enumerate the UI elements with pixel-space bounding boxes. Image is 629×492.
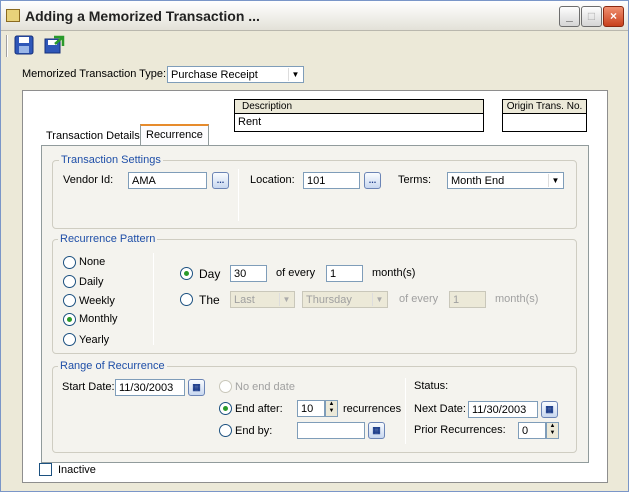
next-date-calendar-icon[interactable]: ▦ [541,401,558,418]
window: Adding a Memorized Transaction ... _ □ ×… [0,0,629,492]
dropdown-arrow-icon[interactable]: ▼ [288,68,302,81]
radio-end-after[interactable] [219,402,232,415]
the-weekday-value: Thursday [306,294,352,306]
app-icon [6,9,20,22]
status-label: Status: [414,380,449,392]
radio-weekly[interactable] [63,294,76,307]
the-of-every-label: of every [399,293,439,305]
next-date-input[interactable]: 11/30/2003 [468,401,538,418]
start-date-input[interactable]: 11/30/2003 [115,379,185,396]
radio-the[interactable] [180,293,193,306]
origin-header: Origin Trans. No. [503,100,586,114]
inactive-label[interactable]: Inactive [58,464,96,476]
spin-up-icon[interactable]: ▲ [547,423,558,430]
the-weekday-select[interactable]: Thursday ▼ [302,291,388,308]
terms-value: Month End [451,175,505,187]
memorized-type-select[interactable]: Purchase Receipt ▼ [167,66,304,83]
range-title: Range of Recurrence [58,360,167,372]
the-ordinal-select[interactable]: Last ▼ [230,291,295,308]
no-end-date-label[interactable]: No end date [235,381,295,393]
pattern-divider [153,253,154,345]
terms-select[interactable]: Month End ▼ [447,172,564,189]
radio-monthly[interactable] [63,313,76,326]
description-header: Description [235,100,483,114]
end-after-input[interactable]: 10 [297,400,325,417]
radio-end-by[interactable] [219,424,232,437]
description-value[interactable]: Rent [235,114,483,130]
radio-yearly-label[interactable]: Yearly [79,334,109,346]
radio-day-label[interactable]: Day [199,267,220,281]
next-date-label: Next Date: [414,403,466,415]
transaction-settings-title: Transaction Settings [59,154,163,166]
every-months-input[interactable]: 1 [326,265,363,282]
location-label: Location: [250,174,295,186]
radio-no-end-date[interactable] [219,380,232,393]
of-every-label: of every [276,267,316,279]
months-label: month(s) [372,267,416,279]
vendor-input[interactable]: AMA [128,172,207,189]
radio-weekly-label[interactable]: Weekly [79,295,115,307]
maximize-button[interactable]: □ [581,6,602,27]
memorized-type-label: Memorized Transaction Type: [22,68,167,80]
title-bar[interactable]: Adding a Memorized Transaction ... _ □ × [1,1,628,31]
radio-day[interactable] [180,267,193,280]
minimize-button[interactable]: _ [559,6,580,27]
radio-the-label[interactable]: The [199,293,220,307]
dropdown-arrow-icon[interactable]: ▼ [279,293,293,306]
vendor-label: Vendor Id: [63,174,114,186]
the-every-input[interactable]: 1 [449,291,486,308]
save-close-icon[interactable] [43,34,65,56]
end-after-spinner[interactable]: ▲ ▼ [325,400,338,417]
range-divider [405,378,406,444]
radio-daily-label[interactable]: Daily [79,276,103,288]
end-by-label[interactable]: End by: [235,425,272,437]
end-by-calendar-icon[interactable]: ▦ [368,422,385,439]
radio-yearly[interactable] [63,333,76,346]
the-months-label: month(s) [495,293,539,305]
start-date-label: Start Date: [62,381,115,393]
recurrence-pattern-title: Recurrence Pattern [58,233,158,245]
day-input[interactable]: 30 [230,265,267,282]
end-after-label[interactable]: End after: [235,403,283,415]
location-lookup-button[interactable]: ... [364,172,381,189]
spin-down-icon[interactable]: ▼ [326,408,337,415]
tab-recurrence[interactable]: Recurrence [140,124,209,146]
close-button[interactable]: × [603,6,624,27]
origin-box: Origin Trans. No. [502,99,587,132]
prior-recurrences-input[interactable]: 0 [518,422,546,439]
spin-down-icon[interactable]: ▼ [547,430,558,437]
vendor-lookup-button[interactable]: ... [212,172,229,189]
prior-recurrences-label: Prior Recurrences: [414,424,506,436]
prior-recurrences-spinner[interactable]: ▲ ▼ [546,422,559,439]
description-box: Description Rent [234,99,484,132]
transaction-settings-group [52,160,577,229]
inactive-checkbox[interactable] [39,463,52,476]
the-ordinal-value: Last [234,294,255,306]
tab-transaction-details[interactable]: Transaction Details [41,127,145,147]
save-icon[interactable] [13,34,35,56]
spin-up-icon[interactable]: ▲ [326,401,337,408]
window-title: Adding a Memorized Transaction ... [25,8,260,24]
toolbar-grip [6,35,8,57]
terms-label: Terms: [398,174,431,186]
dropdown-arrow-icon[interactable]: ▼ [372,293,386,306]
recurrences-label: recurrences [343,403,402,415]
end-by-input[interactable] [297,422,365,439]
radio-none-label[interactable]: None [79,256,105,268]
settings-divider [238,169,239,221]
radio-monthly-label[interactable]: Monthly [79,313,118,325]
location-input[interactable]: 101 [303,172,360,189]
memorized-type-value: Purchase Receipt [171,69,258,81]
radio-none[interactable] [63,256,76,269]
dropdown-arrow-icon[interactable]: ▼ [548,174,562,187]
start-date-calendar-icon[interactable]: ▦ [188,379,205,396]
radio-daily[interactable] [63,275,76,288]
